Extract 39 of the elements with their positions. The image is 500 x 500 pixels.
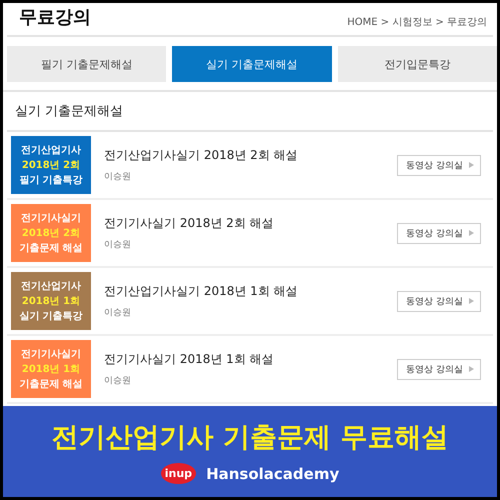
instructor-name: 이승원 (104, 171, 132, 183)
lecture-thumbnail[interactable]: 전기산업기사 2018년 2회 필기 기출특강 (11, 136, 91, 194)
thumbnail-text: 전기기사실기 (21, 348, 81, 361)
instructor-name: 이승원 (104, 307, 132, 319)
play-icon (469, 230, 474, 236)
logo: inup (160, 463, 196, 484)
thumbnail-text: 실기 기출특강 (19, 310, 83, 323)
tab[interactable]: 필기 기출문제해설 (7, 46, 166, 82)
thumbnail-text: 2018년 1회 (22, 363, 80, 376)
play-icon (469, 366, 474, 372)
thumbnail-text: 2018년 2회 (22, 159, 80, 172)
video-room-button[interactable]: 동영상 강의실 (397, 290, 481, 312)
thumbnail-text: 전기산업기사 (21, 144, 81, 157)
banner-headline: 전기산업기사 기출문제 무료해설 (52, 421, 448, 455)
play-icon (469, 298, 474, 304)
section-title: 실기 기출문제해설 (7, 92, 493, 132)
breadcrumb: HOME > 시험정보 > 무료강의 (347, 16, 487, 29)
brand-name: Hansolacademy (206, 464, 340, 482)
video-room-button[interactable]: 동영상 강의실 (397, 154, 481, 176)
video-room-button[interactable]: 동영상 강의실 (397, 222, 481, 244)
thumbnail-text: 전기산업기사 (21, 280, 81, 293)
lecture-title: 전기산업기사실기 2018년 1회 해설 (104, 283, 299, 300)
tab[interactable]: 실기 기출문제해설 (172, 46, 332, 82)
thumbnail-text: 필기 기출특강 (19, 174, 83, 187)
instructor-name: 이승원 (104, 239, 132, 251)
thumbnail-text: 전기기사실기 (21, 212, 81, 225)
thumbnail-text: 2018년 2회 (22, 227, 80, 240)
instructor-name: 이승원 (104, 375, 132, 387)
lecture-title: 전기기사실기 2018년 1회 해설 (104, 351, 275, 368)
thumbnail-text: 기출문제 해설 (19, 242, 83, 255)
lecture-title: 전기기사실기 2018년 2회 해설 (104, 215, 275, 232)
page-title: 무료강의 (19, 6, 91, 29)
play-icon (469, 162, 474, 168)
lecture-thumbnail[interactable]: 전기산업기사 2018년 1회 실기 기출특강 (11, 272, 91, 330)
video-room-button[interactable]: 동영상 강의실 (397, 358, 481, 380)
lecture-title: 전기산업기사실기 2018년 2회 해설 (104, 147, 299, 164)
tab[interactable]: 전기입문특강 (338, 46, 497, 82)
thumbnail-text: 2018년 1회 (22, 295, 80, 308)
thumbnail-text: 기출문제 해설 (19, 378, 83, 391)
